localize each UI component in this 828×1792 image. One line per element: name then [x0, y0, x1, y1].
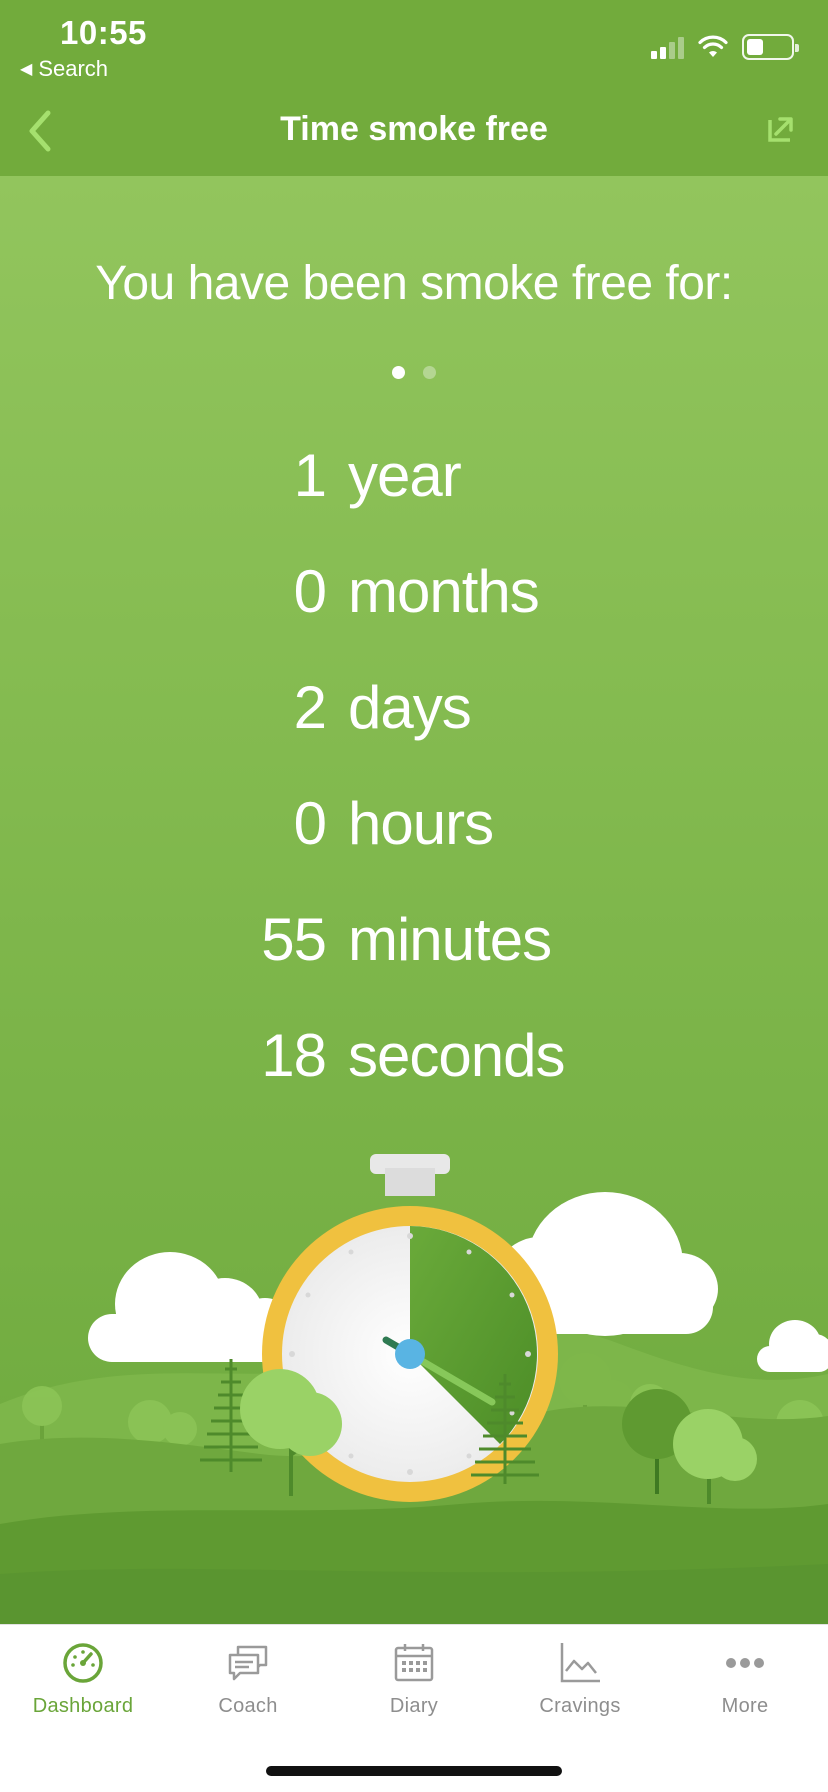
page-title: Time smoke free	[280, 110, 548, 148]
gauge-icon	[63, 1643, 103, 1683]
page-dot-1[interactable]	[392, 366, 405, 379]
elapsed-unit: year	[348, 442, 462, 509]
share-button[interactable]	[764, 112, 798, 146]
chat-bubbles-icon	[228, 1645, 268, 1681]
ellipsis-icon	[726, 1658, 764, 1668]
main-content: You have been smoke free for: 1 year 0 m…	[0, 176, 828, 1624]
elapsed-value: 2	[293, 674, 327, 741]
tab-label: Diary	[389, 1695, 439, 1717]
back-triangle-icon: ◀	[20, 61, 33, 78]
wifi-icon	[698, 35, 728, 57]
elapsed-value: 1	[293, 442, 327, 509]
status-back-label: Search	[38, 56, 109, 81]
elapsed-hours: 0 hours	[0, 789, 828, 905]
elapsed-years: 1 year	[0, 441, 828, 557]
share-icon	[768, 117, 793, 142]
elapsed-unit: days	[348, 674, 472, 741]
elapsed-value: 0	[293, 558, 327, 625]
elapsed-days: 2 days	[0, 673, 828, 789]
home-indicator[interactable]	[266, 1766, 562, 1776]
calendar-icon	[394, 1644, 434, 1682]
page-dot-2[interactable]	[423, 366, 436, 379]
cellular-signal-icon	[651, 35, 684, 59]
headline: You have been smoke free for:	[95, 257, 733, 310]
tab-label: More	[721, 1695, 769, 1717]
tab-more[interactable]: More	[662, 1639, 828, 1739]
tab-label: Cravings	[539, 1695, 621, 1717]
elapsed-seconds: 18 seconds	[0, 1021, 828, 1137]
battery-icon	[742, 34, 799, 60]
elapsed-unit: hours	[348, 790, 494, 857]
tab-diary[interactable]: Diary	[331, 1639, 497, 1739]
tab-cravings[interactable]: Cravings	[497, 1639, 663, 1739]
stopwatch-landscape-illustration	[0, 1154, 828, 1624]
elapsed-value: 18	[261, 1022, 327, 1089]
elapsed-months: 0 months	[0, 557, 828, 673]
line-chart-icon	[560, 1643, 600, 1683]
tab-label: Coach	[218, 1695, 278, 1717]
elapsed-unit: seconds	[348, 1022, 565, 1089]
tab-label: Dashboard	[32, 1695, 134, 1717]
cloud-small	[757, 1320, 828, 1372]
elapsed-value: 0	[293, 790, 327, 857]
header: 10:55 ◀ Search Time smoke free	[0, 0, 828, 176]
status-time: 10:55	[60, 14, 147, 51]
elapsed-time-list: 1 year 0 months 2 days 0 hours 55 minute…	[0, 441, 828, 1137]
elapsed-unit: months	[348, 558, 540, 625]
tab-dashboard[interactable]: Dashboard	[0, 1639, 166, 1739]
status-back-link[interactable]: ◀ Search	[20, 56, 108, 82]
screen: 10:55 ◀ Search Time smoke free You have …	[0, 0, 828, 1792]
page-indicator[interactable]	[0, 366, 828, 379]
status-indicators	[651, 34, 799, 60]
tab-coach[interactable]: Coach	[165, 1639, 331, 1739]
elapsed-unit: minutes	[348, 906, 552, 973]
elapsed-value: 55	[261, 906, 327, 973]
elapsed-minutes: 55 minutes	[0, 905, 828, 1021]
